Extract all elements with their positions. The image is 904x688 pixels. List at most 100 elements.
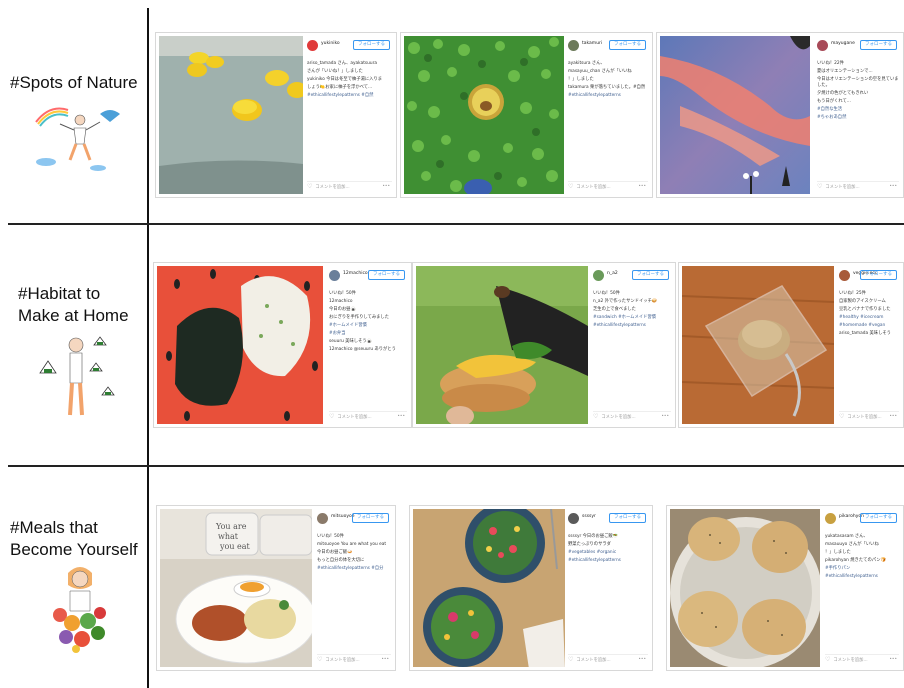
post-caption: いいね！50件 12machico 今日のお昼🍙 おにぎりを手作りしてみました … bbox=[329, 291, 407, 355]
caption-line: ayakitsura さん、 bbox=[568, 61, 605, 66]
more-icon[interactable]: ••• bbox=[889, 412, 897, 422]
comment-bar[interactable]: ♡ コメントを追加... ••• bbox=[817, 181, 899, 191]
more-icon[interactable]: ••• bbox=[382, 182, 390, 192]
follow-button[interactable]: フォローする bbox=[860, 270, 897, 280]
caption-hashtags[interactable]: #ethicallifestylepatterns bbox=[568, 93, 648, 99]
username[interactable]: mayugane bbox=[831, 41, 855, 46]
caption-line: いいね！50件 bbox=[329, 291, 356, 296]
more-icon[interactable]: ••• bbox=[889, 182, 897, 192]
instagram-post[interactable]: pikarohyon フォローする yukatasasam さん、 masauu… bbox=[666, 505, 904, 671]
caption-hashtags[interactable]: #homemade #vegan bbox=[839, 323, 899, 329]
more-icon[interactable]: ••• bbox=[889, 655, 897, 665]
more-icon[interactable]: ••• bbox=[638, 182, 646, 192]
caption-line: 12machico @seuuru ありがとう bbox=[329, 347, 396, 352]
section-title-line: Become Yourself bbox=[10, 540, 138, 559]
caption-hashtags[interactable]: #ethicallifestylepatterns bbox=[825, 574, 899, 580]
heart-icon[interactable]: ♡ bbox=[593, 413, 598, 420]
caption-hashtags[interactable]: #ホームメイド習慣 bbox=[329, 323, 407, 329]
username[interactable]: n_a2 bbox=[607, 271, 618, 276]
more-icon[interactable]: ••• bbox=[661, 412, 669, 422]
section-title-line: #Habitat to bbox=[18, 284, 101, 303]
caption-hashtags[interactable]: #ethicallifestylepatterns bbox=[593, 323, 671, 329]
heart-icon[interactable]: ♡ bbox=[317, 656, 322, 663]
instagram-post[interactable]: veggie.ecc フォローする いいね！25件 自家製のアイスクリーム 豆乳… bbox=[678, 262, 904, 428]
more-icon[interactable]: ••• bbox=[381, 655, 389, 665]
comment-placeholder[interactable]: コメントを追加... bbox=[315, 185, 349, 190]
more-icon[interactable]: ••• bbox=[638, 655, 646, 665]
post-header: pikarohyon フォローする bbox=[825, 512, 899, 528]
comment-placeholder[interactable]: コメントを追加... bbox=[337, 415, 371, 420]
comment-bar[interactable]: ♡ コメントを追加... ••• bbox=[329, 411, 407, 421]
comment-bar[interactable]: ♡ コメントを追加... ••• bbox=[317, 654, 391, 664]
heart-icon[interactable]: ♡ bbox=[329, 413, 334, 420]
username[interactable]: yukiniko bbox=[321, 41, 340, 46]
comment-placeholder[interactable]: コメントを追加... bbox=[325, 658, 359, 663]
username[interactable]: mitsuoyoe bbox=[331, 514, 355, 519]
follow-button[interactable]: フォローする bbox=[368, 270, 405, 280]
instagram-post[interactable]: n_a2 フォローする いいね！50件 n_a2 外で作ったサンドイッチ🥪 芝生… bbox=[412, 262, 676, 428]
username[interactable]: ssssyr bbox=[582, 514, 596, 519]
follow-button[interactable]: フォローする bbox=[632, 270, 669, 280]
avatar bbox=[568, 513, 579, 524]
comment-bar[interactable]: ♡ コメントを追加... ••• bbox=[568, 654, 648, 664]
comment-placeholder[interactable]: コメントを追加... bbox=[833, 658, 867, 663]
follow-button[interactable]: フォローする bbox=[860, 40, 897, 50]
caption-line: mitsuoyoe You are what you eat bbox=[317, 542, 387, 547]
caption-hashtags[interactable]: #お弁当 bbox=[329, 331, 407, 337]
follow-button[interactable]: フォローする bbox=[609, 513, 646, 523]
comment-placeholder[interactable]: コメントを追加... bbox=[576, 185, 610, 190]
comment-placeholder[interactable]: コメントを追加... bbox=[576, 658, 610, 663]
heart-icon[interactable]: ♡ bbox=[568, 656, 573, 663]
avatar bbox=[593, 270, 604, 281]
follow-button[interactable]: フォローする bbox=[609, 40, 646, 50]
instagram-post[interactable]: ssssyr フォローする ssssyr 今日のお昼ご飯🥗 野菜たっぷりのサラダ… bbox=[409, 505, 653, 671]
caption-hashtags[interactable]: #ちゃおあ自然 bbox=[817, 115, 899, 121]
comment-placeholder[interactable]: コメントを追加... bbox=[601, 415, 635, 420]
post-photo-sunset-sky bbox=[660, 36, 810, 194]
caption-hashtags[interactable]: #手作りパン bbox=[825, 566, 899, 572]
follow-button[interactable]: フォローする bbox=[860, 513, 897, 523]
comment-placeholder[interactable]: コメントを追加... bbox=[825, 185, 859, 190]
caption-hashtags[interactable]: #自然な生活 bbox=[817, 107, 899, 113]
caption-line: しょう🍋お家に柚子を浮かべて... bbox=[307, 85, 373, 90]
post-header: n_a2 フォローする bbox=[593, 269, 671, 285]
instagram-post[interactable]: mayugane フォローする いいね！22件 夏はオリエンテーションで... … bbox=[656, 32, 904, 198]
instagram-post[interactable]: You are what you eat mitsuoyoe フォローする いい… bbox=[156, 505, 396, 671]
more-icon[interactable]: ••• bbox=[397, 412, 405, 422]
heart-icon[interactable]: ♡ bbox=[307, 183, 312, 190]
caption-line: ariso_tamada さん、ayakatsuura bbox=[307, 61, 377, 66]
comment-bar[interactable]: ♡ コメントを追加... ••• bbox=[825, 654, 899, 664]
follow-button[interactable]: フォローする bbox=[353, 40, 390, 50]
caption-line: もっと自分の体を大切に bbox=[317, 558, 365, 563]
follow-button[interactable]: フォローする bbox=[352, 513, 389, 523]
caption-hashtags[interactable]: #vegetables #organic bbox=[568, 550, 648, 556]
nature-illustration bbox=[28, 100, 128, 180]
caption-hashtags[interactable]: #ethicallifestylepatterns bbox=[568, 558, 648, 564]
instagram-post[interactable]: yukiniko フォローする ariso_tamada さん、ayakatsu… bbox=[155, 32, 397, 198]
username[interactable]: 12machico bbox=[343, 271, 368, 276]
caption-hashtags[interactable]: #ethicallifestylepatterns #自分 bbox=[317, 566, 391, 572]
heart-icon[interactable]: ♡ bbox=[825, 656, 830, 663]
comment-bar[interactable]: ♡ コメントを追加... ••• bbox=[839, 411, 899, 421]
caption-hashtags[interactable]: #sandwich #ホームメイド習慣 bbox=[593, 315, 671, 321]
username[interactable]: takamuri bbox=[582, 41, 602, 46]
instagram-post[interactable]: takamuri フォローする ayakitsura さん、 masayuu_c… bbox=[400, 32, 653, 198]
caption-hashtags[interactable]: #ethicallifestylepatterns #自然 bbox=[307, 93, 392, 99]
section-spots-of-nature: #Spots of Nature yukiniko フォローする ariso_t… bbox=[0, 0, 904, 223]
heart-icon[interactable]: ♡ bbox=[839, 413, 844, 420]
post-sidebar: ssssyr フォローする ssssyr 今日のお昼ご飯🥗 野菜たっぷりのサラダ… bbox=[562, 506, 652, 670]
heart-icon[interactable]: ♡ bbox=[568, 183, 573, 190]
comment-bar[interactable]: ♡ コメントを追加... ••• bbox=[307, 181, 392, 191]
instagram-post[interactable]: 12machico フォローする いいね！50件 12machico 今日のお昼… bbox=[153, 262, 412, 428]
caption-line: n_a2 外で作ったサンドイッチ🥪 bbox=[593, 299, 658, 304]
caption-hashtags[interactable]: #healthy #icecream bbox=[839, 315, 899, 321]
caption-line: masayuu_chan さんが「いいね bbox=[568, 69, 632, 74]
comment-placeholder[interactable]: コメントを追加... bbox=[847, 415, 881, 420]
caption-line: 夕焼けの色がとてもきれい bbox=[817, 91, 869, 96]
heart-icon[interactable]: ♡ bbox=[817, 183, 822, 190]
comment-bar[interactable]: ♡ コメントを追加... ••• bbox=[568, 181, 648, 191]
post-photo-salad bbox=[413, 509, 565, 667]
caption-line: 自家製のアイスクリーム bbox=[839, 299, 886, 304]
post-caption: ssssyr 今日のお昼ご飯🥗 野菜たっぷりのサラダ #vegetables #… bbox=[568, 534, 648, 566]
comment-bar[interactable]: ♡ コメントを追加... ••• bbox=[593, 411, 671, 421]
